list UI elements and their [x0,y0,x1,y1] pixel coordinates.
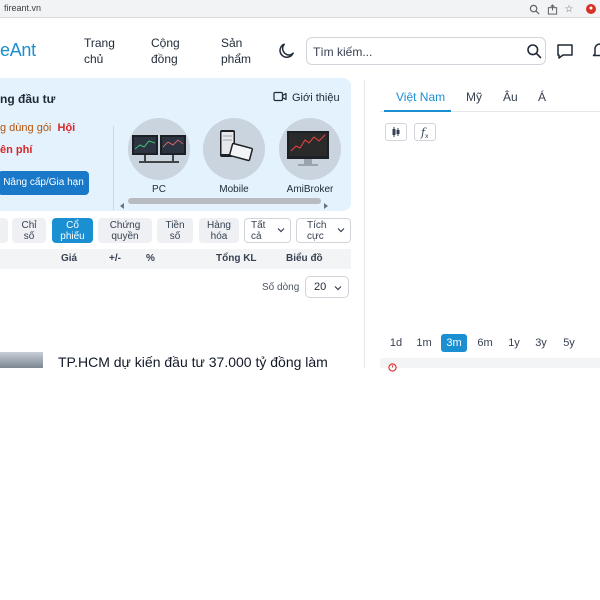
device-pc[interactable]: PC [128,118,190,195]
divider [113,126,114,210]
function-icon[interactable]: fx [414,123,436,141]
promo-highlight: Hội [57,122,76,134]
promo-card: ng đầu tư g dùng gói Hội ên phí Nâng cấp… [0,78,351,211]
nav-label: Trang [84,36,115,50]
device-label: Mobile [219,184,249,195]
chip-label: Tiền [165,220,185,231]
search-icon[interactable] [526,43,542,59]
dropdown-label: cực [307,231,324,242]
column-header[interactable]: Biểu đồ [286,253,323,264]
rows-per-page-select[interactable]: 20 [305,276,349,298]
chat-icon[interactable] [556,42,574,60]
device-mobile[interactable]: Mobile [203,118,265,195]
intro-label: Giới thiệu [292,92,340,104]
chip-label: Hàng [207,220,231,231]
news-thumbnail[interactable] [0,352,43,368]
device-amibroker[interactable]: AmiBroker [279,118,341,195]
amibroker-image [279,118,341,180]
column-header[interactable]: +/- [109,253,121,264]
chevron-down-icon [334,286,342,291]
range-3m[interactable]: 3m [441,334,467,352]
filter-chip-stocks[interactable]: Cổ phiếu [52,218,93,243]
chevron-down-icon [337,228,345,233]
browser-address-bar: fireant.vn ☆ ● [0,0,600,18]
column-header[interactable]: Tổng KL [216,253,257,264]
chip-label: hóa [210,231,228,242]
promo-free-text: ên phí [0,144,33,156]
clock-icon[interactable] [388,359,397,372]
dropdown-label: Tích [307,220,327,231]
search-box[interactable] [306,37,546,65]
logo[interactable]: eAnt [0,40,36,61]
filter-chip-warrants[interactable]: Chứng quyền [98,218,152,243]
nav-label: Sản [221,36,243,50]
nav-label: chủ [84,52,104,66]
nav-community[interactable]: Cộng đồng [151,35,180,67]
pc-image [128,118,190,180]
filter-chip-index[interactable]: Chỉ số [12,218,46,243]
device-label: AmiBroker [286,184,334,195]
upgrade-button[interactable]: Nâng cấp/Gia hạn [0,171,89,195]
range-5y[interactable]: 5y [560,334,578,352]
chip-label: phiếu [60,231,85,242]
moon-icon[interactable] [277,41,297,61]
nav-products[interactable]: Sản phẩm [221,35,251,67]
filter-chip-crypto[interactable]: Tiền số [157,218,193,243]
share-icon[interactable] [545,2,559,16]
nav-label: Cộng [151,36,180,50]
rows-per-page-label: Số dòng [262,282,300,293]
site-header: eAnt Trang chủ Cộng đồng Sản phẩm [0,18,600,80]
candlestick-icon[interactable] [385,123,407,141]
range-1y[interactable]: 1y [505,334,523,352]
chip-label: Cổ [66,220,79,231]
table-header: Giá +/- % Tổng KL Biểu đồ [0,249,351,269]
range-1m[interactable]: 1m [414,334,434,352]
promo-text-part: g dùng gói [0,122,52,134]
url-text[interactable]: fireant.vn [4,3,41,13]
range-6m[interactable]: 6m [475,334,495,352]
video-icon [273,91,287,105]
filter-chip-commodities[interactable]: Hàng hóa [199,218,239,243]
range-3y[interactable]: 3y [532,334,550,352]
range-footer-bar [380,358,600,368]
search-input[interactable] [313,43,513,60]
tab-us[interactable]: Mỹ [466,90,482,104]
mobile-image [203,118,265,180]
star-icon[interactable]: ☆ [562,2,576,16]
filter-dropdown-positive[interactable]: Tích cực [296,218,351,243]
nav-home[interactable]: Trang chủ [84,35,115,67]
nav-label: phẩm [221,52,252,66]
promo-text: g dùng gói Hội [0,122,75,134]
chip-label: quyền [111,231,139,242]
chip-label: Chứng [109,220,141,231]
panel-divider [364,80,365,368]
svg-text:x: x [425,133,429,140]
nav-label: đồng [151,52,178,66]
active-tab-indicator [384,110,451,112]
zoom-icon[interactable] [527,2,541,16]
rows-per-page-value: 20 [314,281,327,293]
device-label: PC [152,184,166,195]
promo-title: ng đầu tư [0,92,56,106]
chip-label: Chỉ [21,220,37,231]
dropdown-label: Tất [251,220,266,231]
column-header[interactable]: % [146,253,155,264]
dropdown-label: cả [251,231,262,242]
tab-vietnam[interactable]: Việt Nam [396,90,445,104]
range-1d[interactable]: 1d [387,334,405,352]
extension-icon[interactable]: ● [586,4,596,14]
tab-asia[interactable]: Á [538,90,546,104]
tab-europe[interactable]: Âu [503,90,518,104]
chip-label: số [23,231,35,242]
filter-dropdown-all[interactable]: Tất cả [244,218,291,243]
news-title[interactable]: TP.HCM dự kiến đầu tư 37.000 tỷ đồng làm [58,354,328,370]
scrollbar-thumb[interactable] [128,198,321,204]
intro-link[interactable]: Giới thiệu [273,91,340,105]
chip-label: số [169,231,181,242]
filter-chip-partial[interactable] [0,218,8,243]
chevron-down-icon [277,228,285,233]
column-header[interactable]: Giá [61,253,77,264]
bell-icon[interactable] [591,41,600,59]
